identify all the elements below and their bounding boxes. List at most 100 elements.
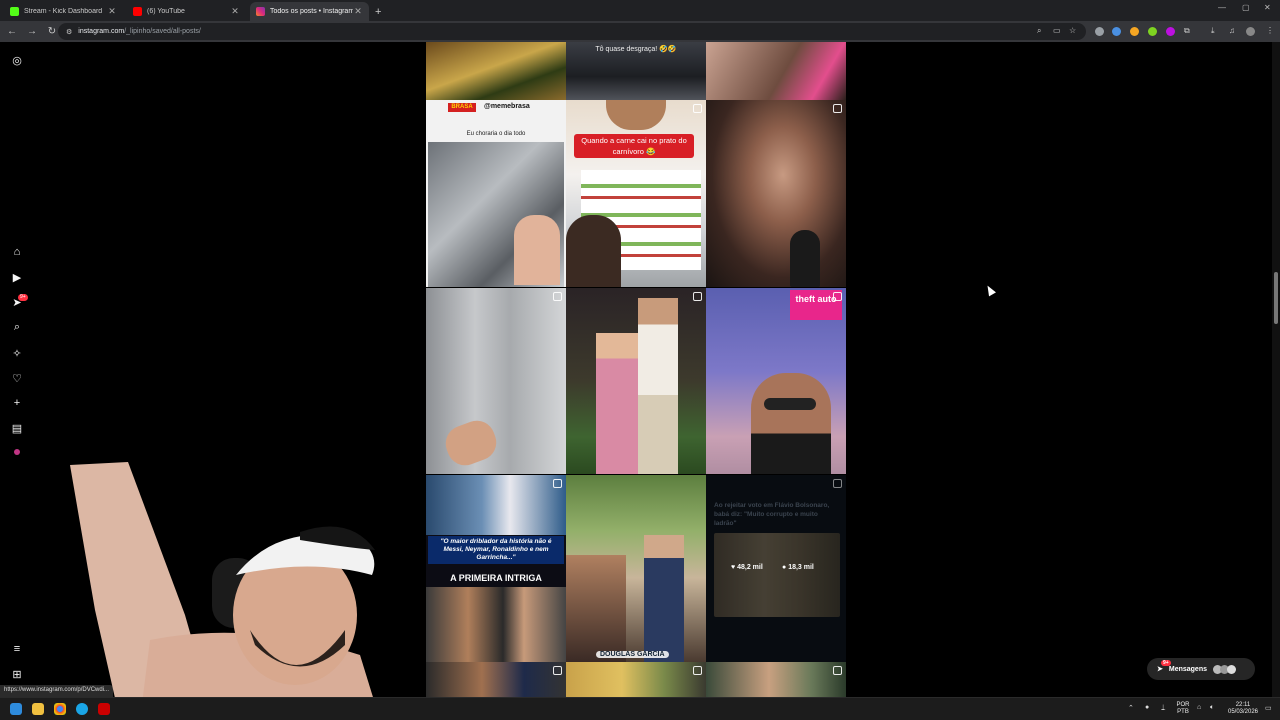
comments-count: ● 18,3 mil xyxy=(782,564,814,571)
bookmark-star-icon[interactable]: ☆ xyxy=(1069,26,1076,35)
mouse-cursor-icon xyxy=(984,283,996,297)
instagram-favicon-icon xyxy=(256,7,265,16)
download-icon[interactable]: ⤓ xyxy=(1211,26,1215,36)
reel-icon xyxy=(553,479,562,488)
clock-time: 22:11 xyxy=(1235,702,1251,708)
post-tile-douglas-garcia[interactable]: DOUGLAS GARCIA xyxy=(566,475,706,662)
tab-title: Todos os posts • Instagram xyxy=(270,8,353,15)
scrollbar-thumb[interactable] xyxy=(1274,272,1278,324)
browser-menu-icon[interactable]: ⋮ xyxy=(1266,26,1274,35)
extensions-puzzle-icon[interactable]: ⧉ xyxy=(1184,26,1190,36)
tab-instagram[interactable]: Todos os posts • Instagram ✕ xyxy=(250,2,369,21)
url-path: /_lipinho/saved/all-posts/ xyxy=(124,28,201,35)
start-menu-icon[interactable] xyxy=(10,703,22,715)
post-image-woman xyxy=(596,333,641,474)
memebrasa-handle: @memebrasa xyxy=(484,103,530,110)
comments-value: 18,3 mil xyxy=(788,564,814,571)
cast-icon[interactable]: ▭ xyxy=(1053,26,1061,35)
windows-taskbar: ⌃ ● ⍊ POR PTB ⌂ 🔈︎ 22:11 05/03/2026 ▭ xyxy=(0,697,1280,720)
minimize-icon[interactable]: — xyxy=(1218,3,1226,12)
close-window-icon[interactable]: ✕ xyxy=(1264,3,1271,12)
post-tile-gta[interactable]: theft auto xyxy=(706,288,846,474)
language-indicator[interactable]: POR PTB xyxy=(1172,702,1194,716)
tray-app-icon[interactable]: ● xyxy=(1145,704,1149,711)
post-tile-singer[interactable] xyxy=(706,100,846,287)
reels-icon[interactable]: ▶ xyxy=(10,270,24,284)
sunglasses-icon xyxy=(764,398,816,410)
instagram-logo-icon[interactable]: ◎ xyxy=(10,53,24,67)
extension-orange-icon[interactable] xyxy=(1130,27,1139,36)
reel-icon xyxy=(553,292,562,301)
post-image-face xyxy=(606,100,666,130)
zoom-icon[interactable]: ⌕ xyxy=(1037,26,1041,36)
create-icon[interactable]: + xyxy=(10,396,24,410)
url-domain: instagram.com xyxy=(78,28,125,35)
address-bar[interactable]: ⚙ instagram.com/_lipinho/saved/all-posts… xyxy=(58,23,1086,40)
kick-favicon-icon xyxy=(10,7,19,16)
post-tile-camera[interactable]: Tô quase desgraça! 🤣🤣 xyxy=(566,42,706,100)
dashboard-icon[interactable]: ▤ xyxy=(10,421,24,435)
post-tile-hovered[interactable]: Ao rejeitar voto em Flávio Bolsonaro, ba… xyxy=(706,475,846,662)
notification-badge: 9+ xyxy=(18,294,28,301)
extension-blue-icon[interactable] xyxy=(1112,27,1121,36)
maximize-icon[interactable]: ▢ xyxy=(1242,3,1250,12)
notifications-heart-icon[interactable]: ♡ xyxy=(10,371,24,385)
file-explorer-icon[interactable] xyxy=(32,703,44,715)
media-control-icon[interactable]: ♫ xyxy=(1229,26,1235,35)
profile-avatar-icon[interactable] xyxy=(1246,27,1255,36)
back-icon[interactable]: ← xyxy=(4,26,20,37)
extension-purple-icon[interactable] xyxy=(1166,27,1175,36)
clock[interactable]: 22:11 05/03/2026 xyxy=(1224,702,1262,716)
explore-icon[interactable]: ✧ xyxy=(10,346,24,360)
close-tab-icon[interactable]: ✕ xyxy=(230,6,240,17)
tab-youtube[interactable]: (6) YouTube ✕ xyxy=(127,2,246,21)
post-tile-hand[interactable] xyxy=(706,42,846,100)
youtube-favicon-icon xyxy=(133,7,142,16)
post-tile-food[interactable] xyxy=(426,42,566,100)
post-image-men xyxy=(426,587,566,662)
messages-badge: 9+ xyxy=(1161,660,1171,666)
close-tab-icon[interactable]: ✕ xyxy=(107,6,117,17)
reel-icon xyxy=(693,292,702,301)
search-icon[interactable]: ⌕ xyxy=(10,320,24,334)
tray-overflow-icon[interactable]: ⌃ xyxy=(1128,704,1134,712)
reel-icon xyxy=(833,479,842,488)
post-tile-row4-b[interactable] xyxy=(566,662,706,697)
clock-date: 05/03/2026 xyxy=(1227,709,1259,715)
reel-icon xyxy=(833,292,842,301)
volume-icon[interactable]: 🔈︎ xyxy=(1210,704,1214,712)
post-caption: Quando a carne cai no prato do carnívoro… xyxy=(574,134,694,158)
douglas-garcia-caption: DOUGLAS GARCIA xyxy=(596,651,669,658)
post-tile-row4-a[interactable] xyxy=(426,662,566,697)
post-image-crowd xyxy=(566,555,626,662)
close-tab-icon[interactable]: ✕ xyxy=(353,6,363,17)
likes-value: 48,2 mil xyxy=(737,564,763,571)
post-tile-row4-c[interactable] xyxy=(706,662,846,697)
messages-avatars xyxy=(1213,664,1236,674)
tab-kick-dashboard[interactable]: Stream - Kick Dashboard ✕ xyxy=(4,2,123,21)
chrome-icon[interactable] xyxy=(54,703,66,715)
post-tile-fridge[interactable] xyxy=(426,288,566,474)
forward-icon[interactable]: → xyxy=(24,26,40,37)
messages-button[interactable]: ➤ 9+ Mensagens xyxy=(1147,658,1255,680)
page-scrollbar[interactable] xyxy=(1272,42,1280,697)
extension-shield-icon[interactable] xyxy=(1095,27,1104,36)
post-image-cutout xyxy=(644,535,684,662)
post-tile-memebrasa[interactable]: BRASA @memebrasa Eu choraria o dia todo xyxy=(426,100,566,287)
likes-count: ♥ 48,2 mil xyxy=(731,564,763,571)
new-tab-icon[interactable]: + xyxy=(375,2,381,21)
network-icon[interactable]: ⌂ xyxy=(1197,704,1201,711)
edge-icon[interactable] xyxy=(76,703,88,715)
site-info-icon[interactable]: ⚙ xyxy=(66,28,72,36)
intriga-caption: A PRIMEIRA INTRIGA xyxy=(450,573,542,583)
post-tile-messi-quote[interactable]: "O maior driblador da história não é Mes… xyxy=(426,475,566,662)
post-image-microphone xyxy=(790,230,820,287)
notification-center-icon[interactable]: ▭ xyxy=(1265,704,1272,712)
extension-green-icon[interactable] xyxy=(1148,27,1157,36)
post-tile-couple[interactable] xyxy=(566,288,706,474)
microphone-icon[interactable]: ⍊ xyxy=(1161,704,1165,712)
obs-icon[interactable] xyxy=(98,703,110,715)
home-icon[interactable]: ⌂ xyxy=(10,245,24,259)
post-tile-carnivoro[interactable]: Quando a carne cai no prato do carnívoro… xyxy=(566,100,706,287)
reel-icon xyxy=(833,104,842,113)
